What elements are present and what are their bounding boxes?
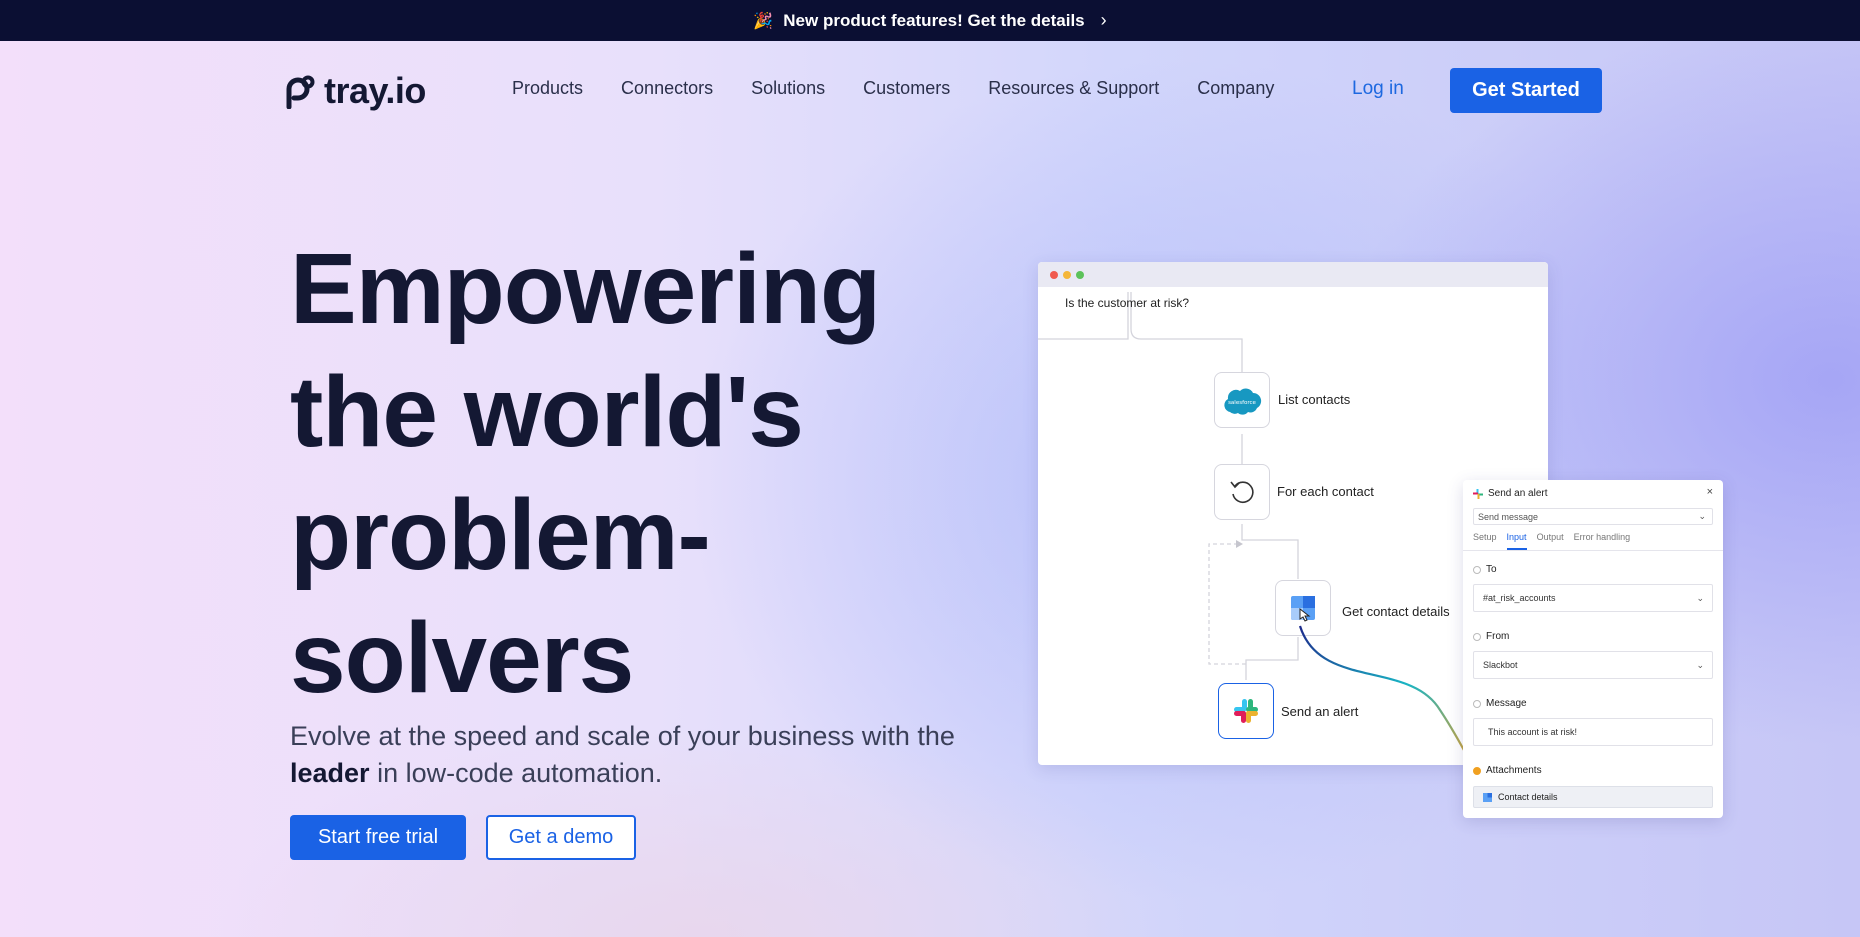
nav-connectors[interactable]: Connectors <box>621 78 713 99</box>
step-config-panel: Send an alert × Send message ⌄ Setup Inp… <box>1463 480 1723 818</box>
tray-logo[interactable]: tray.io <box>282 70 426 112</box>
from-user-value: Slackbot <box>1483 660 1518 670</box>
chevron-down-icon: ⌄ <box>1696 660 1704 670</box>
hero-title-line: solvers <box>290 602 634 714</box>
workflow-node-for-each[interactable] <box>1214 464 1270 520</box>
login-link[interactable]: Log in <box>1352 78 1404 100</box>
nav-solutions[interactable]: Solutions <box>751 78 825 99</box>
salesforce-icon-text: salesforce <box>1228 400 1256 406</box>
field-message-label: Message <box>1473 698 1527 709</box>
message-input[interactable]: This account is at risk! <box>1473 718 1713 746</box>
document-icon <box>1483 792 1492 802</box>
field-label-text: From <box>1486 631 1510 642</box>
get-started-button[interactable]: Get Started <box>1450 68 1602 113</box>
tab-input[interactable]: Input <box>1506 532 1527 550</box>
hero-title-line: the world's <box>290 356 804 468</box>
tab-error-handling[interactable]: Error handling <box>1574 532 1631 550</box>
logo-text: tray.io <box>324 70 426 111</box>
nav-customers[interactable]: Customers <box>863 78 950 99</box>
tray-logo-icon <box>286 75 315 109</box>
hero-subtitle-suffix: in low-code automation. <box>369 758 663 788</box>
nav-company[interactable]: Company <box>1197 78 1274 99</box>
hero-title: Empowering the world's problem- solvers <box>290 228 990 720</box>
hero-subtitle-bold: leader <box>290 758 370 788</box>
from-user-select[interactable]: Slackbot ⌄ <box>1473 651 1713 679</box>
hero-subtitle: Evolve at the speed and scale of your bu… <box>290 718 1010 792</box>
tab-setup[interactable]: Setup <box>1473 532 1497 550</box>
radio-icon[interactable] <box>1473 565 1481 574</box>
chevron-down-icon: ⌄ <box>1696 593 1704 603</box>
field-label-text: Attachments <box>1486 765 1542 776</box>
announcement-bar[interactable]: 🎉 New product features! Get the details … <box>0 0 1860 41</box>
operation-select-value: Send message <box>1478 511 1539 522</box>
workflow-condition-label: Is the customer at risk? <box>1065 296 1190 310</box>
hero-title-line: problem- <box>290 479 711 591</box>
party-popper-icon: 🎉 <box>753 12 774 30</box>
to-channel-select[interactable]: #at_risk_accounts ⌄ <box>1473 584 1713 612</box>
chevron-right-icon: › <box>1100 10 1107 30</box>
workflow-node-get-contact-details[interactable] <box>1275 580 1331 636</box>
document-icon <box>1291 596 1315 622</box>
chevron-down-icon: ⌄ <box>1698 511 1706 521</box>
field-label-text: Message <box>1486 698 1527 709</box>
slack-icon <box>1234 699 1258 723</box>
slack-icon <box>1473 488 1483 499</box>
tab-output[interactable]: Output <box>1537 532 1564 550</box>
message-value: This account is at risk! <box>1488 727 1578 737</box>
workflow-step-label: Send an alert <box>1281 704 1359 719</box>
nav-resources-support[interactable]: Resources & Support <box>988 78 1159 99</box>
workflow-step-label: For each contact <box>1277 484 1374 499</box>
main-nav: Products Connectors Solutions Customers … <box>512 78 1312 99</box>
radio-icon[interactable] <box>1473 766 1481 775</box>
operation-select[interactable]: Send message ⌄ <box>1473 508 1713 525</box>
hero-title-line: Empowering <box>290 233 881 345</box>
workflow-node-list-contacts[interactable]: salesforce <box>1214 372 1270 428</box>
announcement-text[interactable]: New product features! Get the details <box>783 11 1084 31</box>
field-label-text: To <box>1486 564 1497 575</box>
hero-subtitle-prefix: Evolve at the speed and scale of your bu… <box>290 721 955 751</box>
loop-icon <box>1230 481 1254 503</box>
close-icon[interactable]: × <box>1707 486 1713 498</box>
get-a-demo-button[interactable]: Get a demo <box>486 815 636 860</box>
workflow-step-label: Get contact details <box>1342 604 1450 619</box>
attachment-chip[interactable]: Contact details <box>1473 786 1713 808</box>
salesforce-icon: salesforce <box>1224 388 1262 415</box>
start-free-trial-button[interactable]: Start free trial <box>290 815 466 860</box>
panel-title: Send an alert <box>1488 488 1548 499</box>
tabs-divider <box>1463 550 1723 551</box>
radio-icon[interactable] <box>1473 632 1481 641</box>
nav-products[interactable]: Products <box>512 78 583 99</box>
workflow-node-send-alert[interactable] <box>1218 683 1274 739</box>
field-from-label: From <box>1473 631 1509 642</box>
radio-icon[interactable] <box>1473 699 1481 708</box>
field-to-label: To <box>1473 564 1497 575</box>
panel-header: Send an alert <box>1473 488 1548 499</box>
workflow-step-label: List contacts <box>1278 392 1351 407</box>
panel-tabs: Setup Input Output Error handling <box>1473 532 1630 550</box>
attachment-value: Contact details <box>1498 792 1558 802</box>
field-attachments-label: Attachments <box>1473 765 1542 776</box>
to-channel-value: #at_risk_accounts <box>1483 593 1556 603</box>
